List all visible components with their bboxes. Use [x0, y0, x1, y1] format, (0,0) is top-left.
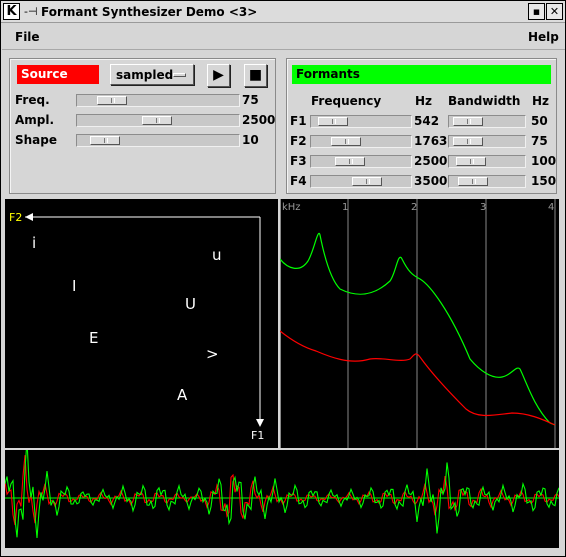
formant-bandwidth-slider[interactable]	[448, 155, 526, 168]
vowel-chart[interactable]: F2 F1 i u I U E > A	[5, 199, 278, 448]
khz-tick-label: 4	[548, 202, 554, 213]
menu-help[interactable]: Help	[528, 29, 559, 45]
vowel-symbol[interactable]: i	[32, 234, 36, 252]
source-mode-select[interactable]: sampled	[110, 64, 194, 85]
stop-button[interactable]: ■	[244, 64, 267, 87]
source-param-slider-thumb[interactable]	[97, 96, 127, 105]
vowel-symbol[interactable]: U	[185, 295, 196, 313]
window-title: Formant Synthesizer Demo <3>	[41, 5, 258, 19]
source-param-value: 75	[242, 93, 259, 107]
frequency-column-header: Frequency	[311, 94, 382, 108]
vowel-symbols: i u I U E > A	[32, 234, 222, 404]
vowel-symbol[interactable]: u	[212, 246, 222, 264]
menu-file[interactable]: File	[15, 29, 40, 45]
dropdown-indicator-icon	[173, 73, 186, 77]
app-window: K -⊣ Formant Synthesizer Demo <3> ▪ ✕ Fi…	[0, 0, 566, 557]
formant-frequency-slider-thumb[interactable]	[352, 177, 382, 186]
formant-bandwidth-value: 150	[531, 174, 557, 188]
formant-frequency-slider-thumb[interactable]	[335, 157, 365, 166]
play-icon: ▶	[213, 67, 224, 83]
source-param-slider[interactable]	[76, 94, 240, 107]
formant-bandwidth-slider-thumb[interactable]	[453, 117, 483, 126]
waveform-green	[4, 440, 560, 539]
waveform-red	[4, 455, 560, 526]
source-mode-value: sampled	[116, 68, 174, 82]
source-param-label: Shape	[15, 133, 58, 147]
source-header: Source	[17, 65, 99, 84]
khz-tick-label: 3	[480, 202, 486, 213]
formant-frequency-slider[interactable]	[310, 155, 412, 168]
formant-frequency-value: 2500	[414, 154, 448, 168]
menu-bar: File Help	[2, 24, 565, 50]
formant-frequency-value: 1763	[414, 134, 448, 148]
vowel-symbol[interactable]: E	[89, 329, 98, 347]
close-button[interactable]: ✕	[546, 3, 563, 20]
source-param-slider-thumb[interactable]	[142, 116, 172, 125]
source-param-slider[interactable]	[76, 134, 240, 147]
formant-bandwidth-value: 50	[531, 114, 548, 128]
formant-label: F2	[290, 134, 307, 148]
spectrum-plot: kHz 1 2 3 4	[279, 199, 559, 448]
khz-unit-label: kHz	[282, 202, 301, 213]
bandwidth-unit-header: Hz	[532, 94, 550, 108]
f2-axis-label: F2	[9, 211, 22, 224]
source-param-slider-thumb[interactable]	[90, 136, 120, 145]
formant-bandwidth-slider[interactable]	[448, 115, 526, 128]
app-icon[interactable]: K	[3, 3, 20, 20]
formants-header: Formants	[292, 65, 551, 84]
vowel-symbol[interactable]: >	[206, 345, 219, 363]
formant-frequency-slider[interactable]	[310, 115, 412, 128]
khz-tick-label: 1	[342, 202, 348, 213]
play-button[interactable]: ▶	[207, 64, 230, 87]
source-param-label: Freq.	[15, 93, 50, 107]
waveform-plot	[4, 440, 560, 548]
f1-axis-label: F1	[251, 429, 264, 442]
formant-bandwidth-value: 100	[531, 154, 557, 168]
formant-bandwidth-slider-thumb[interactable]	[453, 137, 483, 146]
khz-tick-label: 2	[411, 202, 417, 213]
formant-bandwidth-value: 75	[531, 134, 548, 148]
vowel-symbol[interactable]: I	[72, 277, 76, 295]
minimize-button[interactable]: ▪	[528, 3, 545, 20]
title-grip-icon: -⊣	[24, 5, 38, 18]
formant-label: F1	[290, 114, 307, 128]
formant-label: F4	[290, 174, 307, 188]
source-panel: Source sampled ▶ ■ Freq. 75 Ampl. 2500 Shape…	[9, 58, 276, 194]
formant-frequency-value: 542	[414, 114, 440, 128]
formant-bandwidth-slider-thumb[interactable]	[458, 177, 488, 186]
source-param-value: 10	[242, 133, 259, 147]
formant-frequency-slider-thumb[interactable]	[318, 117, 348, 126]
formant-bandwidth-slider[interactable]	[448, 135, 526, 148]
f1-arrow-icon	[256, 419, 264, 427]
bandwidth-column-header: Bandwidth	[448, 94, 521, 108]
source-param-slider[interactable]	[76, 114, 240, 127]
formant-frequency-slider[interactable]	[310, 135, 412, 148]
title-bar[interactable]: K -⊣ Formant Synthesizer Demo <3> ▪ ✕	[1, 1, 565, 23]
formants-panel: Formants Frequency Hz Bandwidth Hz F1 542…	[286, 58, 557, 194]
formant-bandwidth-slider[interactable]	[448, 175, 526, 188]
f2-arrow-icon	[25, 213, 33, 221]
formant-label: F3	[290, 154, 307, 168]
formant-bandwidth-slider-thumb[interactable]	[456, 157, 486, 166]
source-param-label: Ampl.	[15, 113, 55, 127]
stop-icon: ■	[248, 67, 263, 83]
formant-frequency-slider-thumb[interactable]	[331, 137, 361, 146]
frequency-unit-header: Hz	[415, 94, 433, 108]
source-param-value: 2500	[242, 113, 276, 127]
formant-frequency-value: 3500	[414, 174, 448, 188]
formant-frequency-slider[interactable]	[310, 175, 412, 188]
vowel-symbol[interactable]: A	[177, 386, 188, 404]
